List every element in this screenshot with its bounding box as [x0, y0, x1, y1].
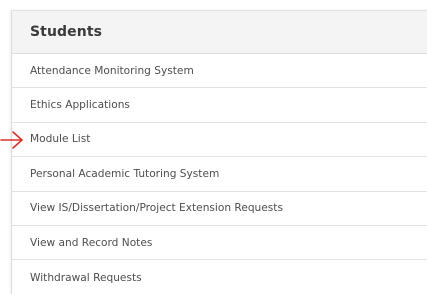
list-item-attendance-monitoring[interactable]: Attendance Monitoring System	[12, 54, 427, 89]
list-item-label[interactable]: View IS/Dissertation/Project Extension R…	[30, 202, 283, 214]
list-item-module-list[interactable]: Module List	[12, 123, 427, 158]
list-item-label[interactable]: Ethics Applications	[30, 99, 130, 111]
list-item-ethics-applications[interactable]: Ethics Applications	[12, 88, 427, 123]
list-item-label[interactable]: Attendance Monitoring System	[30, 65, 194, 77]
list-item-view-record-notes[interactable]: View and Record Notes	[12, 226, 427, 261]
list-item-withdrawal-requests[interactable]: Withdrawal Requests	[12, 260, 427, 294]
list-item-extension-requests[interactable]: View IS/Dissertation/Project Extension R…	[12, 192, 427, 226]
panel-title: Students	[30, 24, 103, 40]
list-item-label[interactable]: Personal Academic Tutoring System	[30, 168, 219, 180]
list-item-personal-academic-tutoring[interactable]: Personal Academic Tutoring System	[12, 157, 427, 192]
list-item-label[interactable]: View and Record Notes	[30, 237, 152, 249]
students-link-list: Attendance Monitoring System Ethics Appl…	[12, 54, 427, 294]
list-item-label[interactable]: Withdrawal Requests	[30, 272, 142, 284]
students-panel: Students Attendance Monitoring System Et…	[11, 10, 427, 294]
list-item-label[interactable]: Module List	[30, 133, 90, 145]
panel-header: Students	[12, 11, 427, 54]
arrow-right-icon	[0, 131, 23, 149]
